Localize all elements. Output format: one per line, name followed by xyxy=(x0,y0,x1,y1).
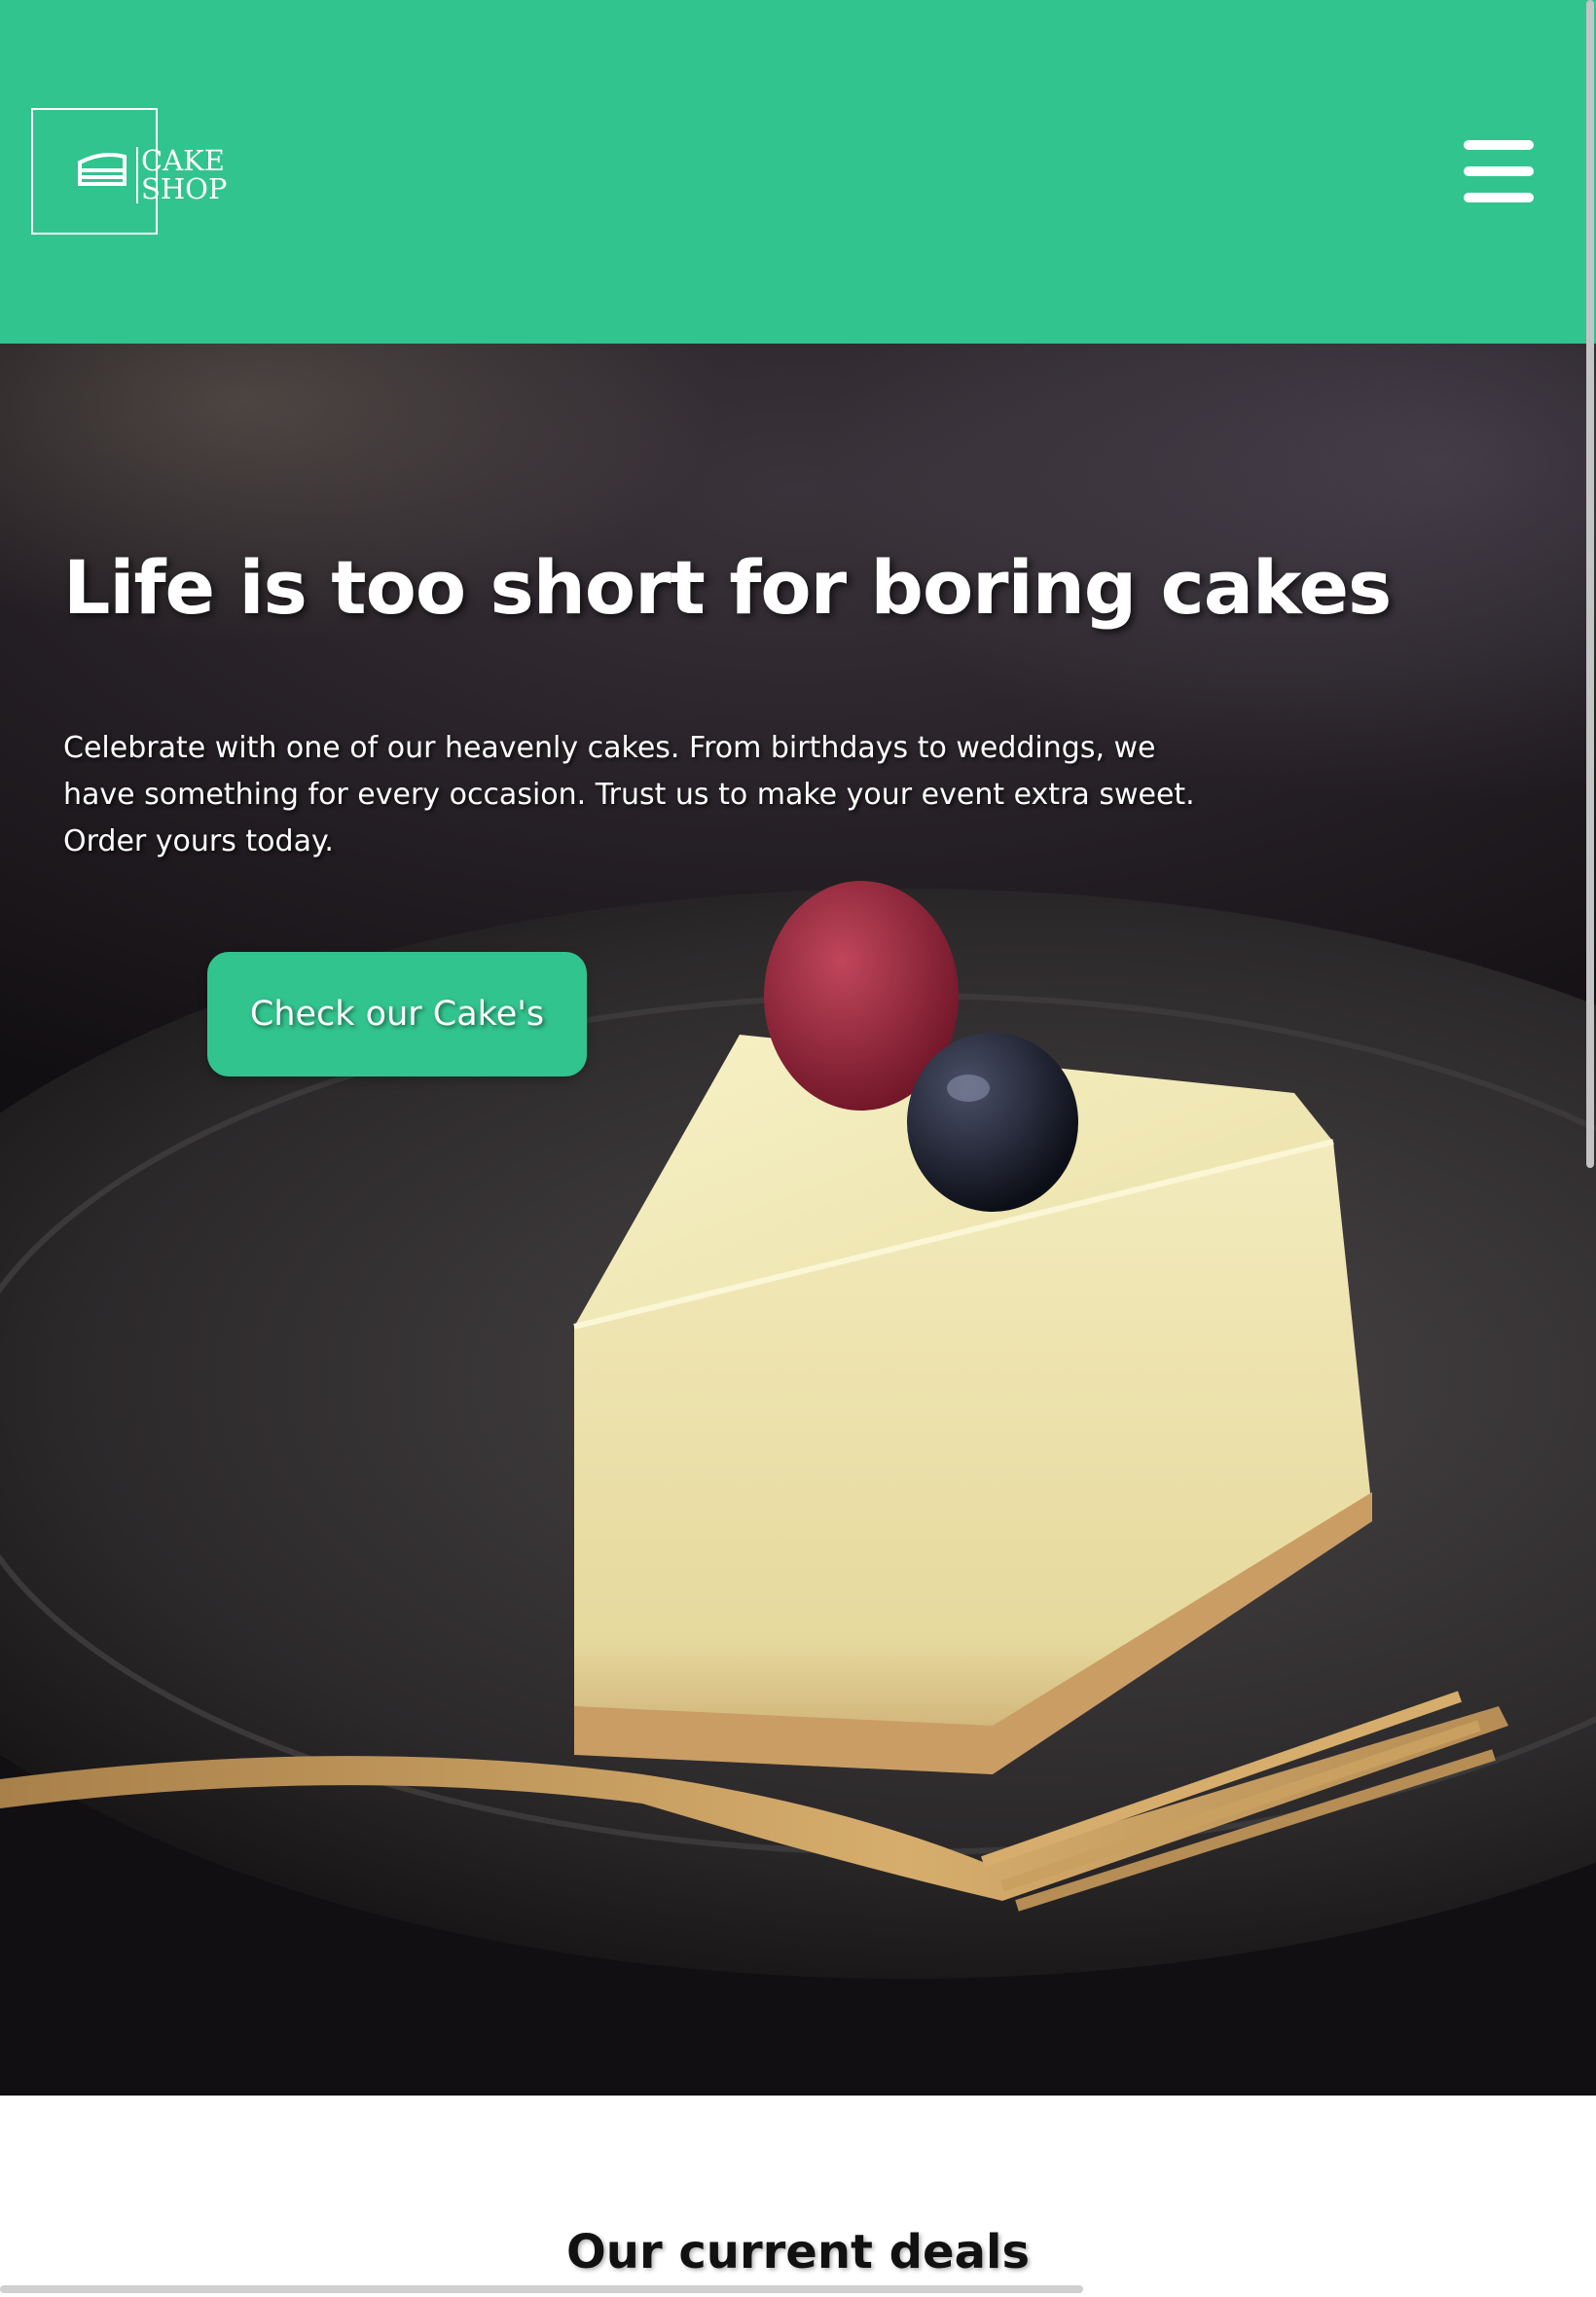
menu-bar xyxy=(1464,193,1534,202)
hero-title: Life is too short for boring cakes xyxy=(63,544,1392,631)
menu-bar xyxy=(1464,166,1534,176)
menu-bar xyxy=(1464,140,1534,150)
hamburger-menu-icon[interactable] xyxy=(1464,140,1534,202)
hero-description: Celebrate with one of our heavenly cakes… xyxy=(63,731,1195,858)
site-header: CAKE SHOP xyxy=(0,0,1596,344)
logo-text: CAKE SHOP xyxy=(136,147,227,203)
logo-line-cake: CAKE xyxy=(141,144,225,177)
cake-slice-icon xyxy=(78,153,127,186)
hero-section: Life is too short for boring cakes Celeb… xyxy=(0,344,1596,2096)
logo-line-shop: SHOP xyxy=(141,172,228,205)
horizontal-scrollbar[interactable] xyxy=(0,2285,1083,2293)
vertical-scrollbar[interactable] xyxy=(1586,0,1594,1168)
check-cakes-button[interactable]: Check our Cake's xyxy=(207,952,587,1076)
deals-section-title: Our current deals xyxy=(565,2225,1031,2279)
